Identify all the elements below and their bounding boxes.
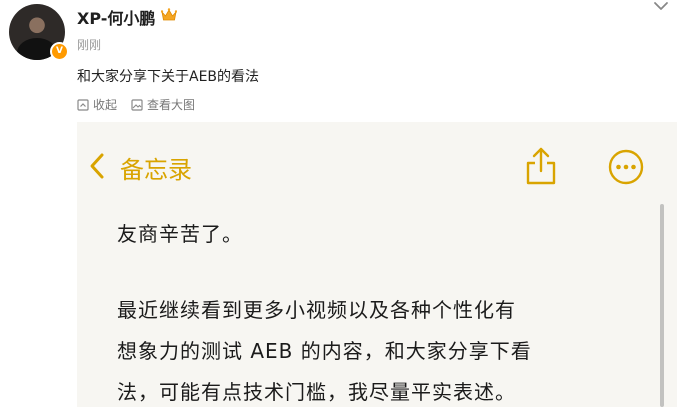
- view-large-button[interactable]: 查看大图: [131, 96, 195, 113]
- image-toolbar: 收起 查看大图: [77, 96, 209, 113]
- view-large-label: 查看大图: [147, 98, 196, 112]
- note-line: 法，可能有点技术门槛，我尽量平实表述。: [117, 380, 516, 404]
- note-line: 友商辛苦了。: [117, 222, 243, 246]
- note-line: 想象力的测试 AEB 的内容，和大家分享下看: [117, 339, 532, 363]
- post-text: 和大家分享下关于AEB的看法: [77, 69, 260, 85]
- chevron-left-icon[interactable]: [89, 152, 105, 180]
- chevron-down-icon[interactable]: [653, 0, 669, 12]
- scrollbar[interactable]: [660, 204, 664, 407]
- post-timestamp: 刚刚: [77, 38, 102, 52]
- notes-screenshot[interactable]: 备忘录 友商辛苦了。 最近继续看到更多小视频以及各种个性化有 想象力的测试 AE…: [77, 122, 677, 407]
- verified-badge: V: [50, 42, 69, 61]
- collapse-label: 收起: [93, 98, 118, 112]
- note-line: 最近继续看到更多小视频以及各种个性化有: [117, 298, 516, 322]
- more-icon[interactable]: [607, 148, 645, 186]
- weibo-post: V XP-何小鹏 刚刚 和大家分享下关于AEB的看法 收起 查看大图 备忘录 友…: [0, 0, 677, 407]
- share-icon[interactable]: [524, 146, 558, 186]
- image-icon: [131, 98, 143, 111]
- crown-icon: [161, 8, 177, 21]
- notes-back-label[interactable]: 备忘录: [120, 150, 192, 185]
- collapse-icon: [77, 98, 89, 111]
- username[interactable]: XP-何小鹏: [77, 5, 155, 29]
- collapse-button[interactable]: 收起: [77, 96, 117, 113]
